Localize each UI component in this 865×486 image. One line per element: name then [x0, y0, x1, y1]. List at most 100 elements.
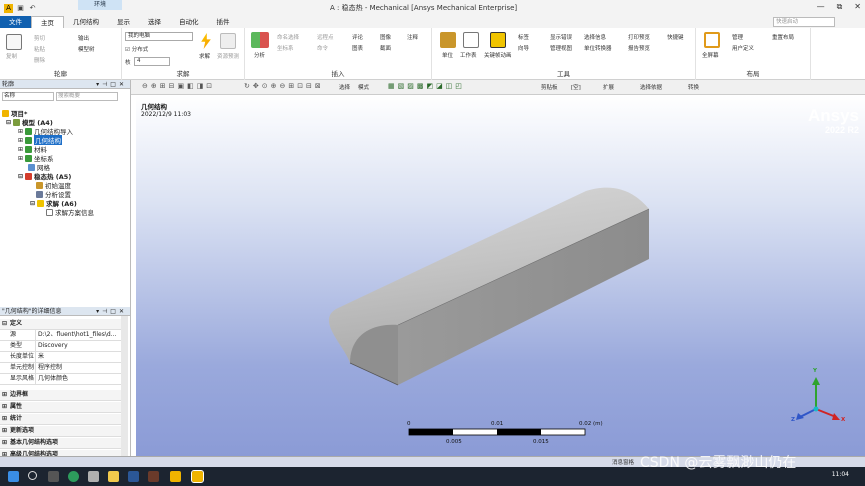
section-button[interactable]: 截面 [380, 44, 391, 52]
worksheet-icon[interactable] [463, 32, 479, 48]
details-section-update-options[interactable]: ⊞ 更新选项 [0, 426, 122, 437]
solve-process-dropdown[interactable]: 我的电脑 [125, 32, 193, 41]
minimize-button[interactable]: — [817, 2, 825, 12]
analysis-icon[interactable] [251, 32, 269, 48]
cut-button[interactable]: 剪切 [34, 34, 45, 42]
duplicate-icon[interactable] [6, 34, 22, 50]
expand-icon[interactable]: ⊞ [2, 414, 7, 424]
app-icon[interactable] [148, 471, 159, 482]
restore-button[interactable]: ⧉ [837, 2, 843, 12]
task-view-icon[interactable] [48, 471, 59, 482]
messages-pane-button[interactable]: 消息窗格 [612, 458, 634, 466]
details-scrollbar[interactable] [121, 316, 128, 456]
word-icon[interactable] [128, 471, 139, 482]
ribbon: 复制 剪切 粘贴 删除 输出 模型树 轮廓 我的电脑 ☑ 分布式 核 4 求解 … [0, 28, 865, 80]
print-preview-button[interactable]: 打印预览 [628, 33, 650, 41]
collapse-icon[interactable]: ⊟ [2, 319, 7, 329]
details-row-source[interactable]: 源 D:\2、fluent\hot1_files\d... [0, 330, 122, 341]
details-row-display-style[interactable]: 显示风格 几何体颜色 [0, 374, 122, 385]
expand-icon[interactable]: ⊞ [2, 426, 7, 436]
annotation-button[interactable]: 注释 [407, 33, 418, 41]
ansys-workbench-icon[interactable] [170, 471, 181, 482]
close-button[interactable]: ✕ [854, 2, 861, 12]
selection-info-button[interactable]: 选择信息 [584, 33, 606, 41]
tree-node-solution-info[interactable]: 求解方案信息 [46, 207, 94, 217]
resource-predict-icon[interactable] [220, 33, 236, 49]
manage-views-button[interactable]: 管理视图 [550, 44, 572, 52]
start-icon[interactable] [8, 471, 19, 482]
manage-button[interactable]: 管理 [732, 33, 743, 41]
image-button[interactable]: 图像 [380, 33, 391, 41]
tab-plugins[interactable]: 插件 [208, 16, 239, 28]
cores-input[interactable]: 4 [134, 57, 170, 66]
tab-automation[interactable]: 自动化 [170, 16, 208, 28]
tab-selection[interactable]: 选择 [139, 16, 170, 28]
save-icon[interactable]: ▣ [16, 4, 25, 13]
filter-dropdown[interactable]: 名称 [2, 92, 54, 101]
search-icon[interactable] [28, 471, 37, 480]
view-tool-icons[interactable]: ⊖⊕⊞⊟▣◧◨⊡ [142, 82, 215, 90]
tab-home[interactable]: 主页 [31, 16, 64, 28]
context-tab-environment[interactable]: 环境 [78, 0, 122, 10]
details-section-basic-geometry-options[interactable]: ⊞ 基本几何结构选项 [0, 438, 122, 449]
thermal-analysis-icon [25, 172, 33, 180]
comment-button[interactable]: 评论 [352, 33, 363, 41]
tab-display[interactable]: 显示 [108, 16, 139, 28]
distributed-checkbox[interactable]: ☑ 分布式 [125, 45, 148, 53]
extend-dropdown[interactable]: 扩展 [603, 83, 614, 91]
graphics-viewport[interactable]: 几何结构 2022/12/9 11:03 Ansys 2022 R2 0 0.0… [136, 95, 865, 456]
reset-layout-button[interactable]: 重置布局 [772, 33, 794, 41]
units-icon[interactable] [440, 32, 456, 48]
chart-button[interactable]: 图表 [352, 44, 363, 52]
shortcuts-button[interactable]: 快捷键 [667, 33, 684, 41]
details-section-properties[interactable]: ⊞ 属性 [0, 402, 122, 413]
expand-icon[interactable]: ⊞ [2, 402, 7, 412]
commands-button[interactable]: 命令 [317, 44, 328, 52]
named-selection-button[interactable]: 命名选择 [277, 33, 299, 41]
details-section-bounding-box[interactable]: ⊞ 边界框 [0, 390, 122, 401]
user-defined-button[interactable]: 用户定义 [732, 44, 754, 52]
details-row-type[interactable]: 类型 Discovery [0, 341, 122, 352]
report-preview-button[interactable]: 报告预览 [628, 44, 650, 52]
window-title: A : 稳态热 - Mechanical [Ansys Mechanical E… [330, 4, 518, 12]
keyframe-animation-icon[interactable] [490, 32, 506, 48]
selection-filter-icons[interactable]: ▦▧▨▩◩◪◫◰ [388, 82, 465, 90]
show-errors-button[interactable]: 显示错误 [550, 33, 572, 41]
clipboard-dropdown[interactable]: 剪贴板 [541, 83, 558, 91]
quick-launch-input[interactable]: 快速启动 [773, 17, 835, 27]
details-panel-controls[interactable]: ▾⊣□✕ [96, 307, 127, 316]
panel-controls[interactable]: ▾⊣□✕ [96, 80, 127, 89]
details-row-length-unit[interactable]: 长度单位米 [0, 352, 122, 363]
outline-search-input[interactable]: 搜索概要 [56, 92, 118, 101]
app-icon[interactable] [88, 471, 99, 482]
full-screen-icon[interactable] [704, 32, 720, 48]
geometry-model[interactable] [136, 95, 865, 456]
unit-converter-button[interactable]: 单位转换器 [584, 44, 612, 52]
file-explorer-icon[interactable] [108, 471, 119, 482]
expand-icon[interactable]: ⊞ [2, 438, 7, 448]
browser-icon[interactable] [68, 471, 79, 482]
details-section-definition[interactable]: ⊟ 定义 [0, 319, 122, 330]
details-section-statistics[interactable]: ⊞ 统计 [0, 414, 122, 425]
delete-button[interactable]: 删除 [34, 56, 45, 64]
tab-file[interactable]: 文件 [0, 16, 31, 28]
coordinate-system-button[interactable]: 坐标系 [277, 44, 294, 52]
remote-point-button[interactable]: 远程点 [317, 33, 334, 41]
model-tree-button[interactable]: 模型树 [78, 45, 95, 53]
expand-icon[interactable]: ⊞ [2, 390, 7, 400]
solve-lightning-icon[interactable] [201, 33, 211, 49]
export-button[interactable]: 输出 [78, 34, 89, 42]
tab-geometry[interactable]: 几何结构 [64, 16, 108, 28]
select-button[interactable]: 选择 [339, 83, 350, 91]
mode-dropdown[interactable]: 模式 [358, 83, 369, 91]
title-bar: A ▣ ↶ 环境 A : 稳态热 - Mechanical [Ansys Mec… [0, 0, 865, 16]
select-by-dropdown[interactable]: 选择依据 [640, 83, 662, 91]
undo-icon[interactable]: ↶ [28, 4, 37, 13]
paste-button[interactable]: 粘贴 [34, 45, 45, 53]
wizard-button[interactable]: 向导 [518, 44, 529, 52]
tags-button[interactable]: 标签 [518, 33, 529, 41]
convert-dropdown[interactable]: 转换 [688, 83, 699, 91]
rotate-pan-icons[interactable]: ↻✥⊙⊕⊖⊞⊡⊟⊠ [244, 82, 324, 90]
details-row-element-control[interactable]: 单元控制 程序控制 [0, 363, 122, 374]
ansys-mechanical-icon[interactable] [191, 470, 204, 483]
